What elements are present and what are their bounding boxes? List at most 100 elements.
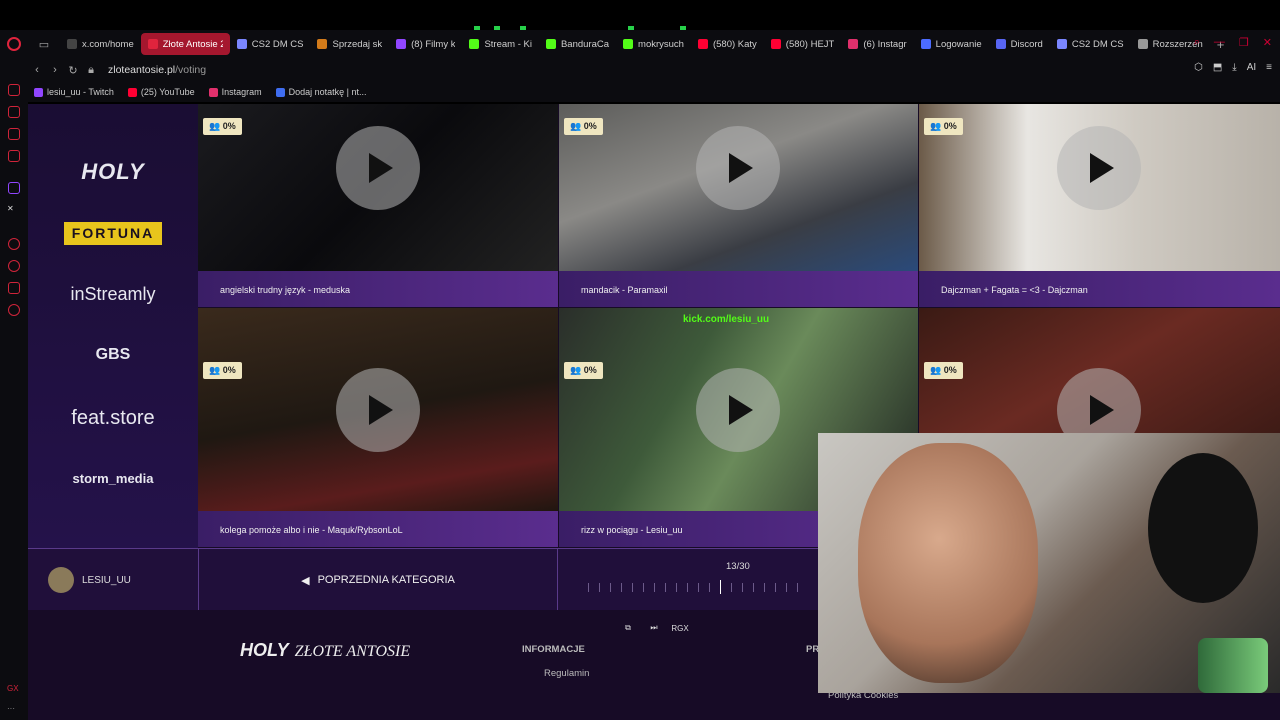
progress-tick [775, 583, 776, 592]
browser-tab[interactable]: Stream - Ki [462, 33, 539, 55]
browser-tab[interactable]: BanduraCa [539, 33, 616, 55]
sidebar-gx-label: GX [7, 684, 19, 693]
sidebar-x-icon[interactable]: ✕ [7, 204, 14, 213]
sidebar-twitch-icon[interactable] [8, 182, 20, 194]
avatar [48, 567, 74, 593]
tab-label: Sprzedaj sk [332, 38, 383, 50]
sponsor-instreamly-logo[interactable]: inStreamly [28, 284, 198, 305]
sidebar-player-icon[interactable] [8, 238, 20, 250]
tab-favicon-icon [920, 39, 931, 49]
progress-tick [797, 583, 798, 592]
download-icon[interactable]: ⤓ [1232, 62, 1236, 73]
search-icon[interactable]: ⌕ [1194, 36, 1200, 49]
popout-icon[interactable]: ⧉ [620, 620, 636, 636]
url-field[interactable]: zloteantosie.pl/voting [108, 64, 206, 76]
sponsor-gbs-logo[interactable]: GBS [28, 346, 198, 364]
tabs-container: x.com/home Złote Antosie 2025 CS2 DM CS Spr… [60, 33, 1210, 55]
tab-favicon-icon [67, 39, 77, 49]
forward-icon[interactable]: › [46, 64, 64, 76]
sidebar-extensions-icon[interactable] [8, 282, 20, 294]
opera-logo-icon[interactable] [0, 30, 28, 58]
next-track-icon[interactable]: ⏭ [646, 620, 662, 636]
browser-tab[interactable]: Logowanie [914, 33, 989, 55]
footer-regulamin-link[interactable]: Regulamin [544, 668, 589, 679]
tab-label: (580) Katy [712, 38, 757, 50]
sponsor-fortuna-logo[interactable]: FORTUNA [64, 222, 162, 245]
sidebar-history-icon[interactable] [8, 260, 20, 272]
close-icon[interactable]: ✕ [1263, 36, 1272, 49]
bookmark-label: Instagram [221, 87, 262, 97]
sidebar-more-icon[interactable]: ··· [7, 704, 15, 713]
sidebar-app-icon[interactable] [8, 84, 20, 96]
progress-tick [698, 583, 699, 592]
tab-favicon-icon [623, 39, 634, 49]
play-icon[interactable] [1057, 126, 1141, 210]
ai-button[interactable]: AI [1247, 62, 1256, 73]
reload-icon[interactable]: ↻ [64, 64, 82, 77]
tab-favicon-icon [545, 39, 556, 49]
bookmark-item[interactable]: Instagram [208, 87, 262, 97]
tab-label: x.com/home [82, 38, 134, 50]
video-card[interactable]: 👥 0% Dajczman + Fagata = <3 - Dajczman [919, 104, 1280, 307]
video-card[interactable]: 👥 0% kolega pomoże albo i nie - Maquk/Ry… [198, 308, 558, 547]
play-icon[interactable] [696, 368, 780, 452]
minimize-icon[interactable]: — [1214, 36, 1225, 49]
bookmark-item[interactable]: (25) YouTube [127, 87, 195, 97]
sidebar-app-icon[interactable] [8, 106, 20, 118]
tab-workspaces[interactable]: ▭ [28, 33, 60, 55]
bookmark-item[interactable]: Dodaj notatkę | nt... [275, 87, 367, 97]
play-icon[interactable] [336, 368, 420, 452]
sidebar-app-icon[interactable] [8, 150, 20, 162]
browser-tab[interactable]: x.com/home [60, 33, 141, 55]
headphone-earcup [1148, 453, 1258, 603]
tab-label: (6) Instagr [863, 38, 907, 50]
video-card[interactable]: 👥 0% mandacik - Paramaxil [559, 104, 918, 307]
browser-tab[interactable]: CS2 DM CS [230, 33, 311, 55]
progress-tick [588, 583, 589, 592]
sidebar-app-icon[interactable] [8, 128, 20, 140]
sidebar-settings-icon[interactable] [8, 304, 20, 316]
address-bar-tools: ⬡ ⬒ ⤓ AI ≡ [1194, 62, 1272, 73]
screenshot-icon[interactable]: ⬒ [1213, 62, 1222, 73]
sponsor-storm-logo[interactable]: storm_media [28, 471, 198, 486]
tab-favicon-icon [1056, 39, 1067, 49]
sponsor-feat-logo[interactable]: feat.store [28, 407, 198, 430]
bookmark-item[interactable]: lesiu_uu - Twitch [34, 87, 114, 97]
webcam-overlay [818, 433, 1280, 693]
rgx-label[interactable]: RGX [671, 620, 688, 636]
browser-tab[interactable]: (8) Filmy k [389, 33, 462, 55]
sponsor-holy-logo[interactable]: HOLY [28, 159, 198, 185]
browser-tab[interactable]: Złote Antosie 2025 [140, 33, 230, 55]
bookmark-favicon-icon [34, 87, 43, 97]
back-icon[interactable]: ‹ [28, 64, 46, 76]
browser-tab[interactable]: CS2 DM CS [1050, 33, 1131, 55]
restore-icon[interactable]: ❐ [1239, 36, 1249, 49]
play-icon[interactable] [336, 126, 420, 210]
mini-player-controls: ⧉ ⏭ RGX [620, 620, 689, 636]
tab-label: CS2 DM CS [251, 38, 304, 50]
tab-label: Logowanie [935, 38, 982, 50]
bookmarks-bar: lesiu_uu - Twitch (25) YouTube Instagram Do… [28, 82, 1280, 102]
tab-favicon-icon [236, 39, 247, 49]
browser-tab[interactable]: mokrysuch [616, 33, 691, 55]
progress-tick [643, 583, 644, 592]
browser-tab[interactable]: (580) Katy [691, 33, 764, 55]
browser-tab[interactable]: (580) HEJT [764, 33, 842, 55]
extensions-icon[interactable]: ⬡ [1194, 62, 1203, 73]
footer-logo[interactable]: HOLY ZŁOTE ANTOSIE [240, 640, 410, 661]
play-icon[interactable] [696, 126, 780, 210]
video-card[interactable]: 👥 0% angielski trudny język - meduska [198, 104, 558, 307]
footer-info-heading: INFORMACJE [522, 644, 585, 655]
username: LESIU_UU [82, 574, 131, 586]
previous-category-button[interactable]: ◀ POPRZEDNIA KATEGORIA [198, 549, 558, 611]
browser-tab[interactable]: Discord [989, 33, 1050, 55]
sponsor-column: HOLY FORTUNA inStreamly GBS feat.store s… [28, 104, 198, 548]
browser-tab[interactable]: Sprzedaj sk [310, 33, 389, 55]
menu-icon[interactable]: ≡ [1266, 62, 1272, 73]
browser-tab[interactable]: (6) Instagr [841, 33, 913, 55]
tab-strip: ▭ x.com/home Złote Antosie 2025 CS2 DM CS S… [0, 30, 1280, 58]
bookmark-label: (25) YouTube [140, 87, 195, 97]
category-counter: 13/30 [726, 561, 750, 572]
progress-tick [709, 583, 710, 592]
user-profile[interactable]: LESIU_UU [48, 567, 131, 593]
